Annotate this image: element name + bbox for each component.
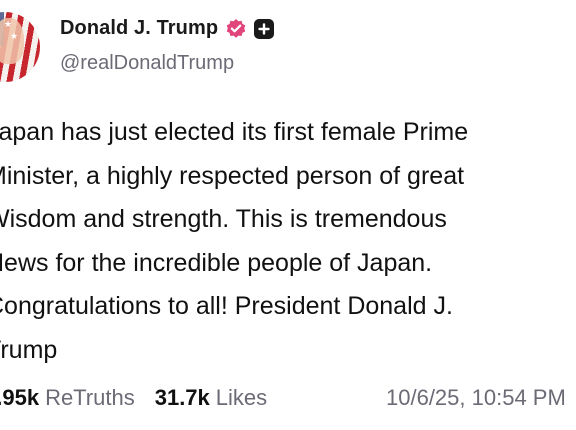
likes-label: Likes (215, 385, 268, 410)
plus-badge-icon (254, 18, 275, 39)
author-display-name[interactable]: Donald J. Trump (60, 17, 218, 40)
likes-count: 31.7k (154, 385, 210, 410)
post-body: Japan has just elected its first female … (0, 111, 576, 372)
truth-post: ★ ★ Donald J. Trump @realDonaldTrump Jap… (0, 0, 576, 430)
verified-badge-icon (225, 18, 247, 40)
post-line: Wisdom and strength. This is tremendous (0, 205, 447, 233)
post-line: Japan has just elected its first female … (0, 118, 469, 146)
author-handle[interactable]: @realDonaldTrump (60, 52, 234, 75)
post-line: News for the incredible people of Japan. (0, 248, 433, 277)
likes-stat[interactable]: 31.7k Likes (155, 385, 267, 411)
avatar[interactable]: ★ ★ (0, 12, 40, 82)
post-line: Trump (0, 335, 58, 364)
retruths-count: 5.95k (0, 385, 40, 410)
post-stats: 5.95k ReTruths 31.7k Likes (0, 385, 267, 411)
post-line: Congratulations to all! President Donald… (0, 292, 453, 320)
retruths-label: ReTruths (45, 385, 135, 410)
retruths-stat[interactable]: 5.95k ReTruths (0, 385, 135, 411)
post-timestamp[interactable]: 10/6/25, 10:54 PM (386, 385, 566, 411)
post-line: Minister, a highly respected person of g… (0, 161, 465, 190)
author-name-row: Donald J. Trump (60, 17, 275, 40)
